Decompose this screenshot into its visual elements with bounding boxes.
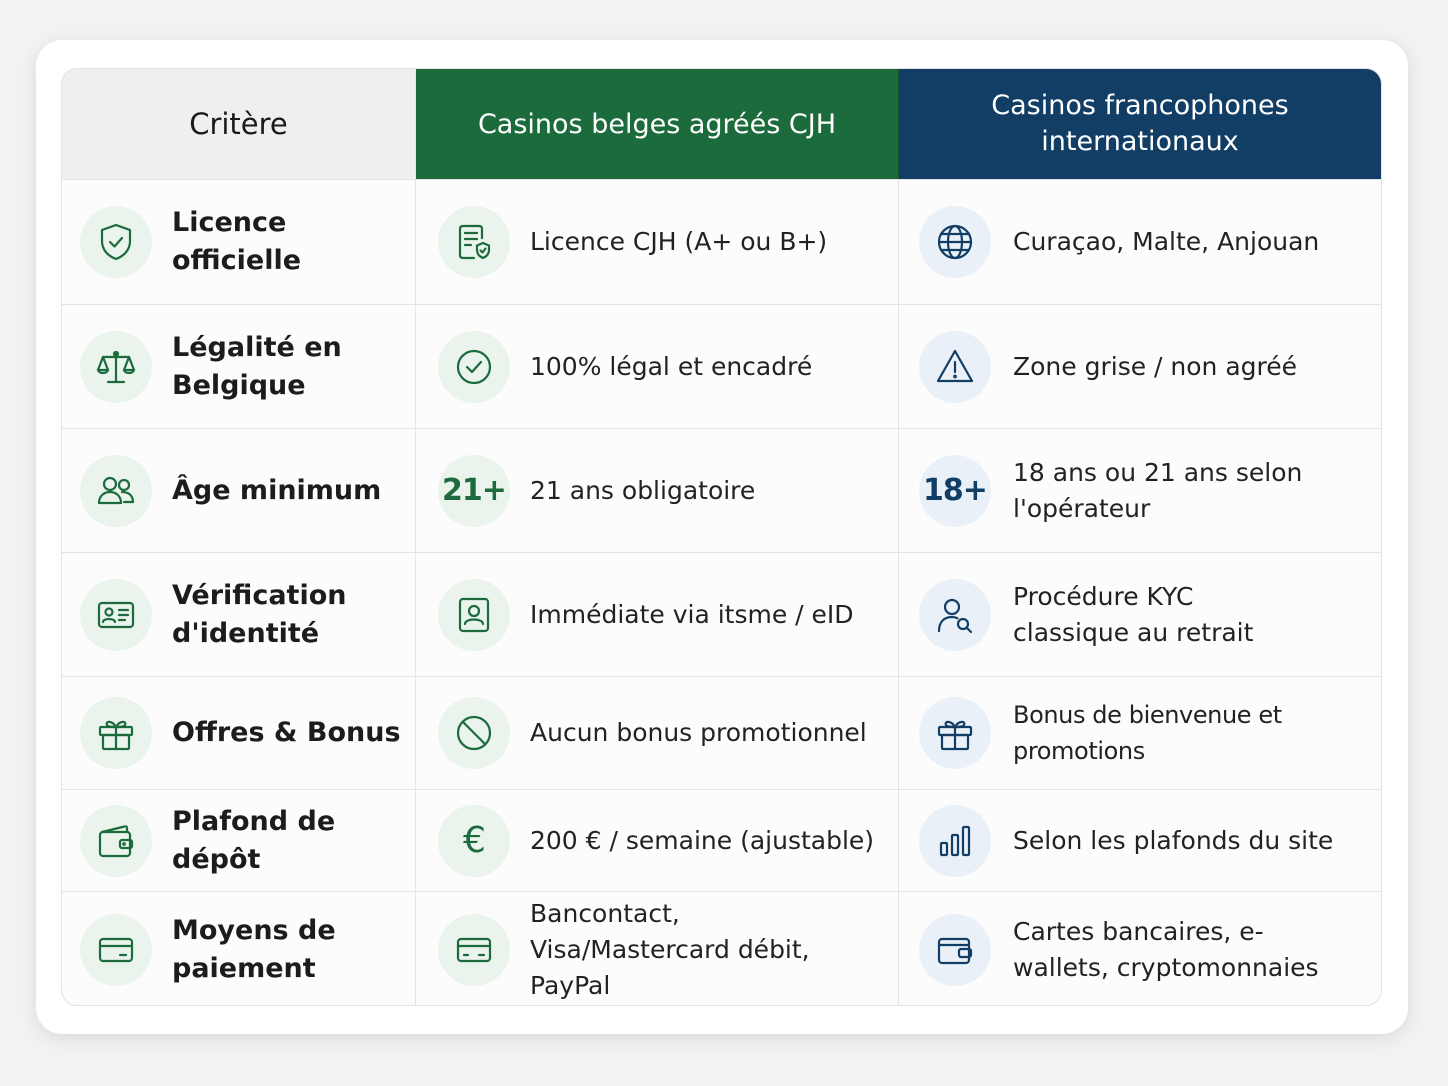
criterion-cell: Légalité en Belgique <box>62 305 416 428</box>
gift-icon <box>80 697 152 769</box>
table-row: Moyens de paiement Bancontact, Visa/Mast… <box>62 892 1381 1005</box>
criterion-label: Licence officielle <box>172 207 302 276</box>
international-cell: Cartes bancaires, e-wallets, cryptomonna… <box>899 892 1381 1005</box>
criterion-cell: Offres & Bonus <box>62 677 416 789</box>
header-criterion: Critère <box>189 107 288 141</box>
belgian-cell: € 200 € / semaine (ajustable) <box>416 790 899 891</box>
check-circle-icon <box>438 330 510 403</box>
belgian-value: 200 € / semaine (ajustable) <box>530 825 875 855</box>
header-belgian: Casinos belges agréés CJH <box>477 108 837 140</box>
age-21-text: 21+ <box>442 473 507 508</box>
table-row: Licence officielle Licence CJH (A+ ou B+… <box>62 180 1381 305</box>
belgian-cell: Aucun bonus promotionnel <box>416 677 899 789</box>
wallet-icon <box>919 913 991 986</box>
bar-chart-icon <box>919 804 991 877</box>
scales-icon <box>80 330 152 403</box>
header-belgian-cell: Casinos belges agréés CJH <box>416 69 899 179</box>
belgian-cell: 21+ 21 ans obligatoire <box>416 429 899 552</box>
criterion-label: Moyens de paiement <box>172 914 336 984</box>
header-criterion-cell: Critère <box>62 69 416 179</box>
table-row: Légalité en Belgique 100% légal et encad… <box>62 305 1381 429</box>
belgian-cell: Immédiate via itsme / eID <box>416 553 899 676</box>
international-value: Curaçao, Malte, Anjouan <box>1013 227 1320 256</box>
international-value: Cartes bancaires, e-wallets, cryptomonna… <box>1013 916 1319 982</box>
globe-icon <box>919 206 991 278</box>
belgian-value: Aucun bonus promotionnel <box>530 718 867 747</box>
belgian-value: Licence CJH (A+ ou B+) <box>530 227 828 256</box>
credit-card-icon <box>438 913 510 986</box>
international-cell: Zone grise / non agréé <box>899 305 1381 428</box>
belgian-cell: Bancontact, Visa/Mastercard débit, PayPa… <box>416 892 899 1005</box>
criterion-label: Légalité en Belgique <box>172 331 342 401</box>
international-cell: Bonus de bienvenue et promotions <box>899 677 1381 789</box>
euro-symbol: € <box>463 820 486 861</box>
user-badge-icon <box>438 578 510 651</box>
criterion-cell: Licence officielle <box>62 180 416 304</box>
comparison-table: Critère Casinos belges agréés CJH Casino… <box>61 68 1382 1006</box>
table-row: Vérification d'identité Immédiate via it… <box>62 553 1381 677</box>
table-row: Âge minimum 21+ 21 ans obligatoire 18+ 1… <box>62 429 1381 553</box>
international-cell: 18+ 18 ans ou 21 ans selon l'opérateur <box>899 429 1381 552</box>
criterion-label: Vérification d'identité <box>172 579 347 649</box>
table-header: Critère Casinos belges agréés CJH Casino… <box>62 69 1381 180</box>
header-international-cell: Casinos francophones internationaux <box>899 69 1381 179</box>
criterion-label: Plafond de dépôt <box>172 805 336 875</box>
international-cell: Selon les plafonds du site <box>899 790 1381 891</box>
international-value: Zone grise / non agréé <box>1013 351 1298 381</box>
belgian-value: Immédiate via itsme / eID <box>530 599 854 629</box>
users-icon <box>80 454 152 527</box>
warning-triangle-icon <box>919 330 991 403</box>
criterion-cell: Moyens de paiement <box>62 892 416 1005</box>
criterion-cell: Plafond de dépôt <box>62 790 416 891</box>
international-value: Procédure KYC classique au retrait <box>1013 581 1254 647</box>
belgian-cell: 100% légal et encadré <box>416 305 899 428</box>
criterion-cell: Âge minimum <box>62 429 416 552</box>
international-value: Selon les plafonds du site <box>1013 825 1334 855</box>
international-cell: Procédure KYC classique au retrait <box>899 553 1381 676</box>
international-cell: Curaçao, Malte, Anjouan <box>899 180 1381 304</box>
table-row: Plafond de dépôt € 200 € / semaine (ajus… <box>62 790 1381 892</box>
credit-card-icon <box>80 913 152 986</box>
criterion-cell: Vérification d'identité <box>62 553 416 676</box>
belgian-value: 100% légal et encadré <box>530 351 813 381</box>
header-international: Casinos francophones internationaux <box>991 90 1289 157</box>
shield-check-icon <box>80 206 152 278</box>
id-card-icon <box>80 578 152 651</box>
gift-icon <box>919 697 991 769</box>
criterion-label: Âge minimum <box>172 474 382 506</box>
table-row: Offres & Bonus Aucun bonus promotionnel … <box>62 677 1381 790</box>
belgian-cell: Licence CJH (A+ ou B+) <box>416 180 899 304</box>
age-18-text: 18+ <box>923 473 988 508</box>
euro-icon: € <box>438 804 510 877</box>
belgian-value: 21 ans obligatoire <box>530 475 756 505</box>
age-18-badge: 18+ <box>919 454 991 527</box>
international-value: 18 ans ou 21 ans selon l'opérateur <box>1013 457 1303 523</box>
prohibited-icon <box>438 697 510 769</box>
criterion-label: Offres & Bonus <box>172 717 401 748</box>
document-shield-icon <box>438 206 510 278</box>
user-search-icon <box>919 578 991 651</box>
international-value: Bonus de bienvenue et promotions <box>1013 701 1282 765</box>
belgian-value: Bancontact, Visa/Mastercard débit, PayPa… <box>530 898 810 1000</box>
wallet-icon <box>80 804 152 877</box>
age-21-badge: 21+ <box>438 454 510 527</box>
